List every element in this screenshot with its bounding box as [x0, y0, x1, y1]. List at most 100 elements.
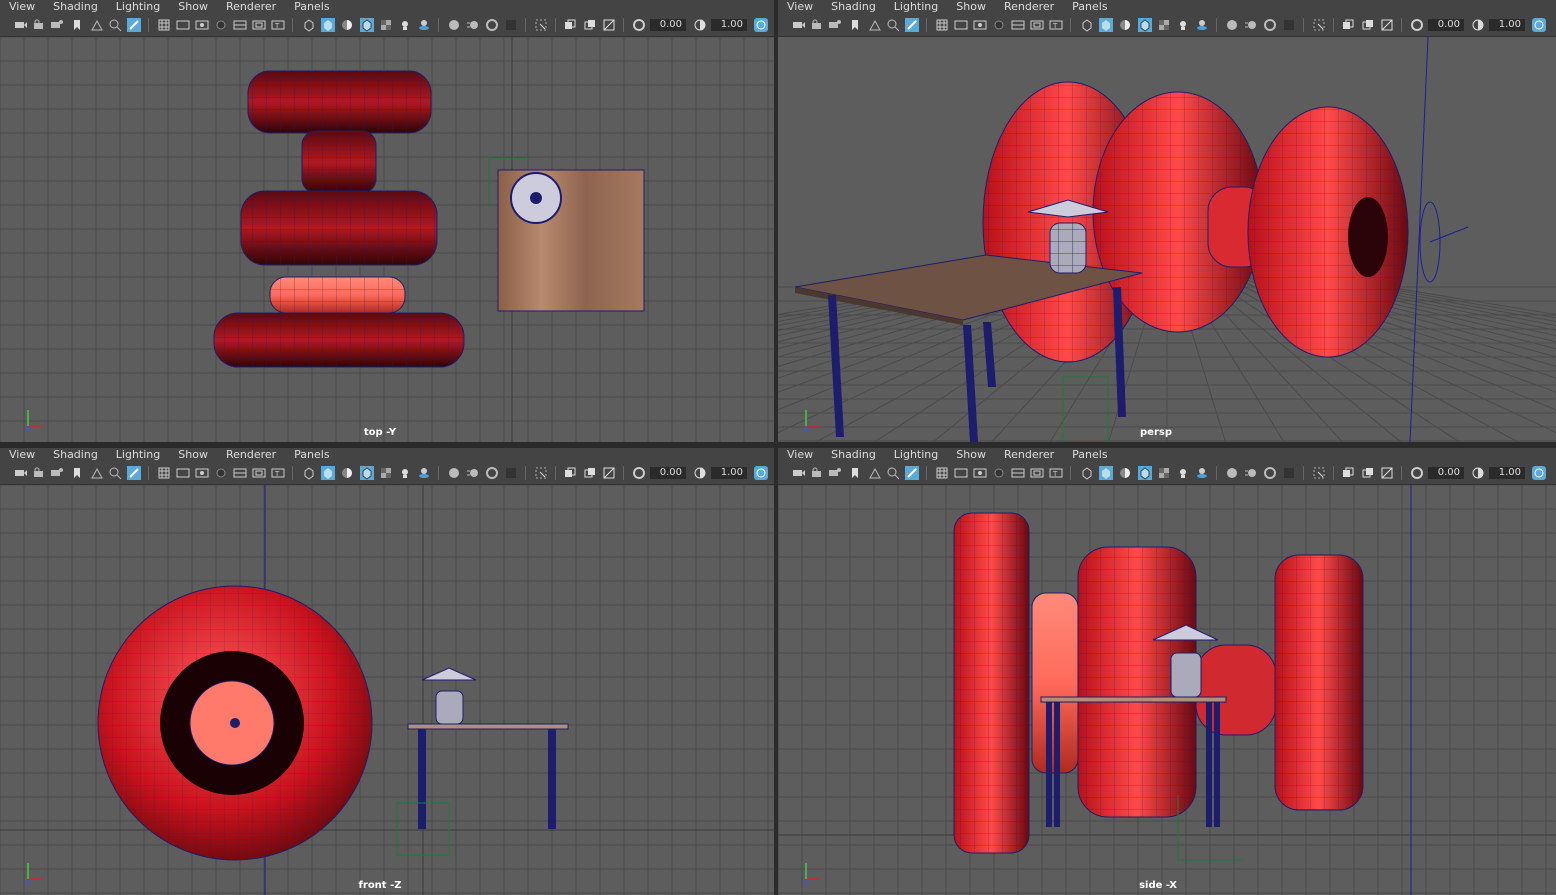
wheel-left-wire[interactable]	[954, 513, 1029, 853]
smooth-shade-icon[interactable]	[1099, 466, 1113, 480]
field-chart-icon[interactable]	[233, 18, 247, 32]
camera-attributes-icon[interactable]	[50, 466, 64, 480]
menu-show[interactable]: Show	[178, 0, 208, 14]
viewport-canvas[interactable]: top -Y	[0, 37, 774, 442]
image-plane-icon[interactable]	[868, 18, 882, 32]
resolution-gate-icon[interactable]	[195, 18, 209, 32]
table-leg-side-2[interactable]	[1206, 702, 1212, 827]
lock-camera-icon[interactable]	[810, 18, 824, 32]
menu-view[interactable]: View	[787, 448, 813, 462]
shadows-icon[interactable]	[417, 18, 431, 32]
grid-icon[interactable]	[935, 18, 949, 32]
light-direction[interactable]	[1429, 226, 1469, 243]
xray-active-components-icon[interactable]	[583, 18, 597, 32]
menu-view[interactable]: View	[9, 0, 35, 14]
image-plane-icon[interactable]	[90, 466, 104, 480]
resolution-gate-icon[interactable]	[195, 466, 209, 480]
lamp-body-side[interactable]	[1170, 652, 1202, 698]
bookmark-icon[interactable]	[70, 18, 84, 32]
xray-joints-icon[interactable]	[1380, 18, 1394, 32]
color-management-icon[interactable]	[754, 466, 768, 480]
grid-icon[interactable]	[157, 466, 171, 480]
color-management-icon[interactable]	[1532, 466, 1546, 480]
table-leg-side-3[interactable]	[1214, 702, 1220, 827]
exposure-field[interactable]: 0.00	[650, 467, 686, 479]
anti-aliasing-icon[interactable]	[1263, 466, 1277, 480]
menu-renderer[interactable]: Renderer	[1004, 448, 1054, 462]
knob-wire-2[interactable]	[241, 191, 437, 265]
menu-lighting[interactable]: Lighting	[116, 448, 160, 462]
color-management-icon[interactable]	[1532, 18, 1546, 32]
default-lighting-icon[interactable]	[340, 18, 354, 32]
table-leg-left[interactable]	[418, 729, 426, 829]
xray-joints-icon[interactable]	[602, 18, 616, 32]
lamp-body-front[interactable]	[435, 690, 464, 725]
gate-mask-icon[interactable]	[992, 466, 1006, 480]
bookmark-icon[interactable]	[70, 466, 84, 480]
wireframe-on-shaded-icon[interactable]	[360, 18, 374, 32]
isolate-select-icon[interactable]	[534, 18, 548, 32]
menu-panels[interactable]: Panels	[1072, 0, 1107, 14]
screen-space-ao-icon[interactable]	[447, 466, 461, 480]
xray-active-components-icon[interactable]	[1361, 18, 1375, 32]
motion-blur-icon[interactable]	[1244, 18, 1258, 32]
camera-icon[interactable]	[14, 466, 28, 480]
screen-space-ao-icon[interactable]	[447, 18, 461, 32]
field-chart-icon[interactable]	[233, 466, 247, 480]
menu-shading[interactable]: Shading	[831, 0, 876, 14]
film-gate-icon[interactable]	[176, 18, 190, 32]
menu-view[interactable]: View	[9, 448, 35, 462]
color-management-icon[interactable]	[754, 18, 768, 32]
2d-pan-zoom-icon[interactable]	[108, 18, 122, 32]
xray-icon[interactable]	[1341, 18, 1355, 32]
exposure-icon[interactable]	[1410, 466, 1424, 480]
exposure-icon[interactable]	[632, 466, 646, 480]
menu-lighting[interactable]: Lighting	[894, 448, 938, 462]
menu-view[interactable]: View	[787, 0, 813, 14]
table-leg-side-1[interactable]	[1054, 702, 1060, 827]
gamma-field[interactable]: 1.00	[711, 467, 747, 479]
anti-aliasing-icon[interactable]	[485, 466, 499, 480]
table-top-side[interactable]	[1040, 696, 1227, 703]
grease-pencil-icon[interactable]	[905, 466, 919, 480]
depth-of-field-icon[interactable]	[504, 466, 518, 480]
exposure-icon[interactable]	[1410, 18, 1424, 32]
menu-panels[interactable]: Panels	[294, 0, 329, 14]
wireframe-icon[interactable]	[302, 466, 316, 480]
exposure-field[interactable]: 0.00	[650, 19, 686, 31]
screen-space-ao-icon[interactable]	[1225, 18, 1239, 32]
smooth-shade-icon[interactable]	[1099, 18, 1113, 32]
motion-blur-icon[interactable]	[1244, 466, 1258, 480]
wireframe-icon[interactable]	[1080, 18, 1094, 32]
knob-wire-1[interactable]	[302, 131, 376, 193]
image-plane-icon[interactable]	[90, 18, 104, 32]
safe-action-icon[interactable]	[1030, 466, 1044, 480]
xray-active-components-icon[interactable]	[583, 466, 597, 480]
screen-space-ao-icon[interactable]	[1225, 466, 1239, 480]
safe-action-icon[interactable]	[252, 18, 266, 32]
default-lighting-icon[interactable]	[1118, 18, 1132, 32]
use-all-lights-icon[interactable]	[1176, 466, 1190, 480]
menu-panels[interactable]: Panels	[1072, 448, 1107, 462]
resolution-gate-icon[interactable]	[973, 18, 987, 32]
menu-show[interactable]: Show	[178, 448, 208, 462]
lock-camera-icon[interactable]	[810, 466, 824, 480]
isolate-select-icon[interactable]	[1312, 466, 1326, 480]
knob-wire-3[interactable]	[270, 277, 405, 313]
gamma-icon[interactable]	[1471, 466, 1485, 480]
safe-action-icon[interactable]	[252, 466, 266, 480]
camera-attributes-icon[interactable]	[828, 18, 842, 32]
default-lighting-icon[interactable]	[340, 466, 354, 480]
light-ray[interactable]	[1409, 37, 1429, 442]
film-gate-icon[interactable]	[954, 18, 968, 32]
gamma-field[interactable]: 1.00	[711, 19, 747, 31]
textured-icon[interactable]	[379, 18, 393, 32]
use-all-lights-icon[interactable]	[398, 466, 412, 480]
exposure-field[interactable]: 0.00	[1428, 19, 1464, 31]
gate-mask-icon[interactable]	[214, 18, 228, 32]
2d-pan-zoom-icon[interactable]	[108, 466, 122, 480]
menu-show[interactable]: Show	[956, 0, 986, 14]
xray-icon[interactable]	[563, 18, 577, 32]
smooth-shade-icon[interactable]	[321, 466, 335, 480]
menu-renderer[interactable]: Renderer	[226, 0, 276, 14]
